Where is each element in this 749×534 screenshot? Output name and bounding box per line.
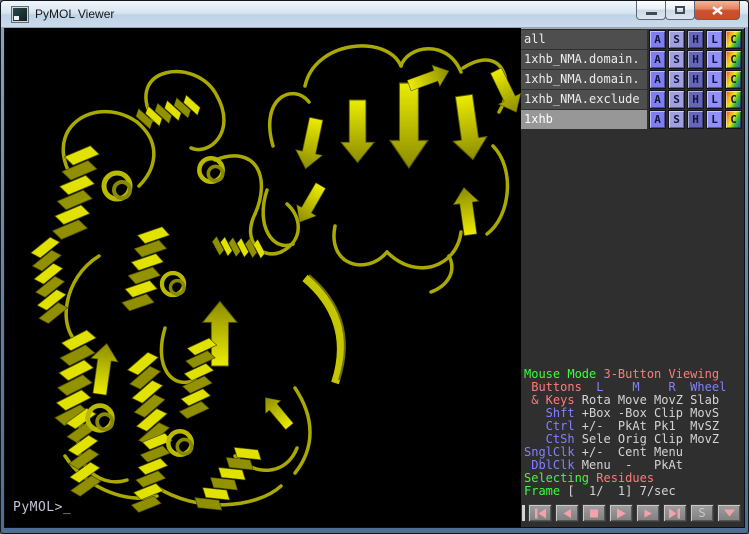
object-row[interactable]: 1xhb_NMA.domain.ASHLC — [521, 50, 744, 69]
object-name-label[interactable]: 1xhb_NMA.domain. — [521, 70, 647, 89]
menu-down-icon — [723, 508, 736, 518]
step-back-icon — [561, 508, 573, 519]
object-menu-button-a[interactable]: A — [649, 110, 666, 129]
object-list: allASHLC1xhb_NMA.domain.ASHLC1xhb_NMA.do… — [521, 28, 744, 130]
object-menu-button-c[interactable]: C — [725, 90, 742, 109]
close-icon — [712, 6, 723, 15]
go-to-end-button[interactable] — [663, 504, 687, 522]
command-prompt[interactable]: PyMOL>_ — [13, 500, 71, 515]
mouse-panel: Mouse Mode 3-Button Viewing Buttons L M … — [521, 366, 744, 501]
transport-menu-button[interactable] — [717, 504, 741, 522]
object-menu-button-h[interactable]: H — [687, 110, 704, 129]
object-name-label[interactable]: 1xhb_NMA.domain. — [521, 50, 647, 69]
object-menu-button-l[interactable]: L — [706, 70, 723, 89]
window-body: PyMOL>_ allASHLC1xhb_NMA.domain.ASHLC1xh… — [5, 28, 744, 527]
step-forward-icon — [642, 508, 654, 519]
object-menu-button-c[interactable]: C — [725, 110, 742, 129]
go-to-start-icon — [533, 508, 547, 519]
object-menu-button-h[interactable]: H — [687, 50, 704, 69]
object-menu-button-a[interactable]: A — [649, 30, 666, 49]
object-menu-button-s[interactable]: S — [668, 70, 685, 89]
movie-transport: S — [522, 503, 743, 523]
protein-structure — [5, 28, 521, 527]
go-to-end-icon — [668, 508, 682, 519]
3d-viewport[interactable]: PyMOL>_ — [5, 28, 521, 527]
object-menu-button-l[interactable]: L — [706, 50, 723, 69]
object-name-label[interactable]: 1xhb_NMA.exclude — [521, 90, 647, 109]
object-menu-button-s[interactable]: S — [668, 50, 685, 69]
object-menu-button-l[interactable]: L — [706, 110, 723, 129]
play-icon — [615, 508, 627, 519]
object-row[interactable]: 1xhb_NMA.excludeASHLC — [521, 90, 744, 109]
object-row[interactable]: 1xhbASHLC — [521, 110, 744, 129]
object-menu-button-s[interactable]: S — [668, 90, 685, 109]
object-row[interactable]: allASHLC — [521, 30, 744, 49]
object-menu-button-a[interactable]: A — [649, 50, 666, 69]
stop-icon — [588, 508, 600, 519]
mouse-panel-line: Frame [ 1/ 1] 7/sec — [524, 485, 744, 498]
object-name-label[interactable]: all — [521, 30, 647, 49]
go-to-start-button[interactable] — [528, 504, 552, 522]
minimize-button[interactable] — [636, 1, 666, 20]
transport-handle — [522, 505, 525, 521]
object-menu-button-c[interactable]: C — [725, 70, 742, 89]
control-panel: allASHLC1xhb_NMA.domain.ASHLC1xhb_NMA.do… — [521, 28, 744, 527]
maximize-icon — [675, 6, 685, 14]
app-icon — [12, 7, 28, 22]
close-button[interactable] — [694, 1, 740, 20]
object-menu-button-c[interactable]: C — [725, 30, 742, 49]
s-toggle-button[interactable]: S — [690, 504, 714, 522]
object-menu-button-h[interactable]: H — [687, 30, 704, 49]
minimize-icon — [646, 12, 657, 15]
object-row[interactable]: 1xhb_NMA.domain.ASHLC — [521, 70, 744, 89]
maximize-button[interactable] — [665, 1, 695, 20]
window-controls — [637, 1, 740, 20]
object-menu-button-l[interactable]: L — [706, 30, 723, 49]
object-menu-button-c[interactable]: C — [725, 50, 742, 69]
pymol-viewer-window: PyMOL Viewer — [0, 0, 749, 534]
window-title: PyMOL Viewer — [35, 7, 114, 21]
object-menu-button-s[interactable]: S — [668, 30, 685, 49]
object-menu-button-h[interactable]: H — [687, 70, 704, 89]
play-button[interactable] — [609, 504, 633, 522]
stop-button[interactable] — [582, 504, 606, 522]
object-menu-button-l[interactable]: L — [706, 90, 723, 109]
panel-spacer — [521, 130, 744, 366]
object-menu-button-a[interactable]: A — [649, 90, 666, 109]
object-menu-button-s[interactable]: S — [668, 110, 685, 129]
object-menu-button-a[interactable]: A — [649, 70, 666, 89]
step-back-button[interactable] — [555, 504, 579, 522]
step-forward-button[interactable] — [636, 504, 660, 522]
object-name-label[interactable]: 1xhb — [521, 110, 647, 129]
object-menu-button-h[interactable]: H — [687, 90, 704, 109]
s-toggle-label: S — [698, 506, 705, 520]
